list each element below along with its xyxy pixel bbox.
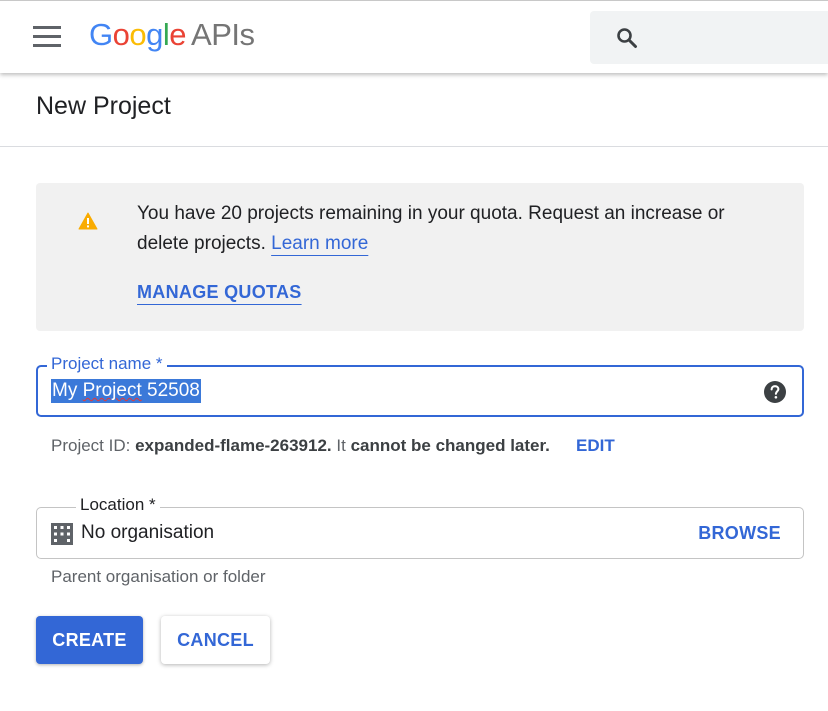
project-name-label: Project name * bbox=[47, 353, 167, 375]
warning-icon bbox=[78, 212, 98, 230]
project-name-input[interactable]: My Project 52508 bbox=[51, 379, 201, 403]
top-app-bar: Google APIs bbox=[0, 0, 828, 73]
logo-letter: G bbox=[89, 17, 113, 52]
create-button[interactable]: CREATE bbox=[36, 616, 143, 664]
learn-more-link[interactable]: Learn more bbox=[271, 233, 368, 254]
logo-letter: o bbox=[129, 17, 147, 52]
logo-letter: g bbox=[146, 17, 163, 52]
edit-project-id-link[interactable]: EDIT bbox=[576, 436, 615, 456]
browse-button[interactable]: BROWSE bbox=[698, 523, 781, 544]
project-name-value-part: 52508 bbox=[141, 380, 200, 401]
quota-notice: You have 20 projects remaining in your q… bbox=[36, 183, 804, 331]
project-name-field[interactable]: Project name * My Project 52508 bbox=[36, 353, 804, 417]
project-name-value-part: My bbox=[52, 380, 83, 401]
logo-product-name: APIs bbox=[191, 17, 255, 52]
project-id-info: Project ID: expanded-flame-263912. It ca… bbox=[51, 436, 550, 456]
search-bar[interactable] bbox=[590, 11, 828, 64]
project-id-value: expanded-flame-263912. bbox=[135, 436, 332, 455]
manage-quotas-link[interactable]: MANAGE QUOTAS bbox=[137, 282, 302, 303]
logo-letter: e bbox=[169, 17, 187, 52]
project-id-note-start: It bbox=[336, 436, 346, 455]
spellcheck-word: Project bbox=[82, 380, 142, 401]
logo-letter: o bbox=[112, 17, 130, 52]
location-field[interactable]: Location * No organisation BROWSE bbox=[36, 494, 804, 559]
cancel-button[interactable]: CANCEL bbox=[161, 616, 270, 664]
location-hint: Parent organisation or folder bbox=[51, 567, 266, 586]
quota-message: You have 20 projects remaining in your q… bbox=[137, 199, 767, 259]
location-label: Location * bbox=[76, 494, 160, 516]
divider bbox=[0, 146, 828, 147]
project-id-prefix: Project ID: bbox=[51, 436, 131, 455]
quota-message-text: You have 20 projects remaining in your q… bbox=[137, 203, 725, 254]
search-icon[interactable] bbox=[615, 26, 639, 50]
building-icon bbox=[51, 523, 73, 545]
google-apis-logo[interactable]: Google APIs bbox=[89, 17, 255, 53]
help-icon[interactable] bbox=[764, 381, 786, 403]
page-title: New Project bbox=[36, 92, 171, 120]
project-id-note: cannot be changed later. bbox=[350, 436, 550, 455]
location-value: No organisation bbox=[81, 522, 215, 543]
hamburger-menu-icon[interactable] bbox=[33, 26, 63, 48]
